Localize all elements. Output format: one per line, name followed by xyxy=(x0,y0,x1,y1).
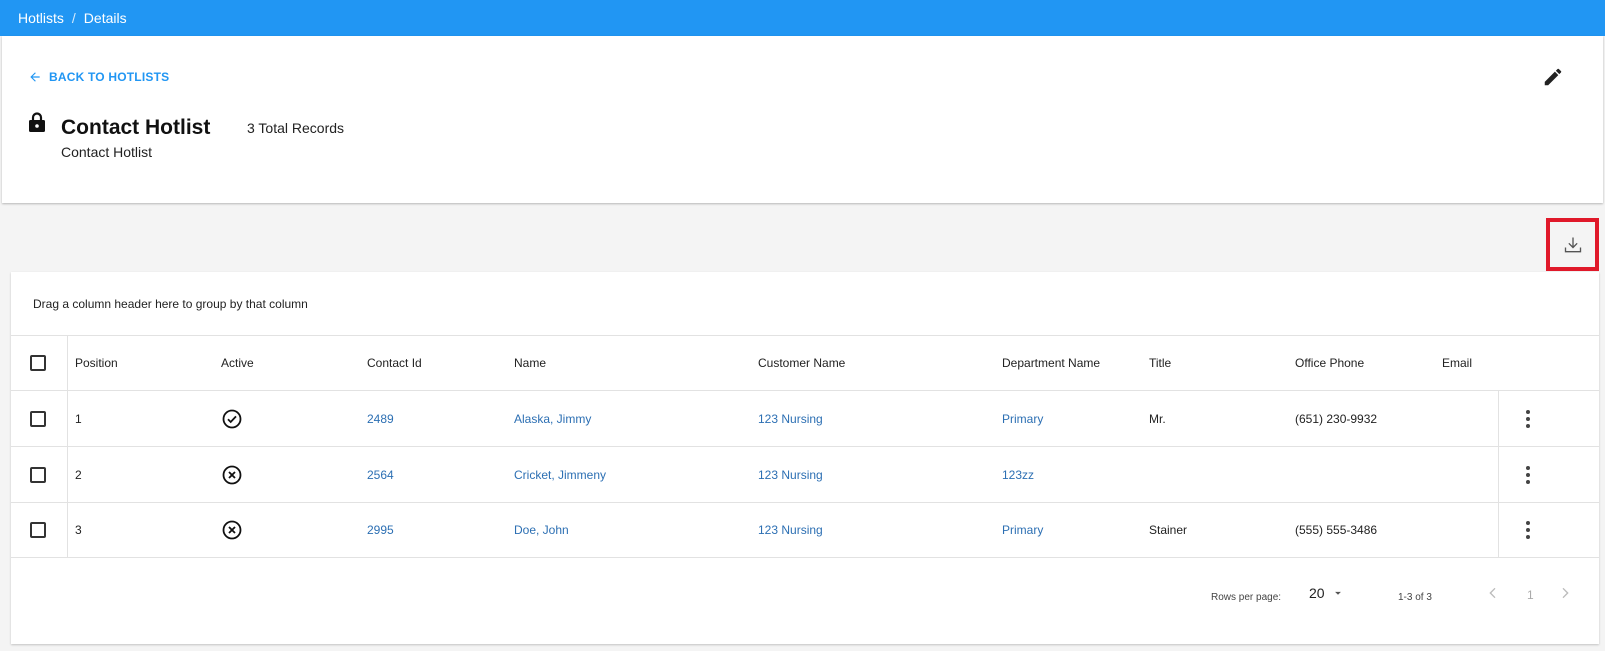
cell-active xyxy=(222,503,242,557)
row-menu-button[interactable] xyxy=(1526,391,1530,446)
arrow-left-icon xyxy=(30,72,40,82)
column-header-position[interactable]: Position xyxy=(75,336,118,390)
row-menu-button[interactable] xyxy=(1526,447,1530,502)
cell-department-name[interactable]: Primary xyxy=(1002,391,1043,446)
more-vert-icon xyxy=(1526,465,1530,484)
page-subtitle: Contact Hotlist xyxy=(61,144,153,160)
cell-contact-id[interactable]: 2564 xyxy=(367,447,394,502)
cell-office-phone: (555) 555-3486 xyxy=(1295,523,1378,537)
grid-card: Drag a column header here to group by th… xyxy=(11,272,1599,644)
breadcrumb: Hotlists / Details xyxy=(0,0,1605,36)
x-circle-icon xyxy=(222,465,242,484)
cell-department-name[interactable]: Primary xyxy=(1002,503,1043,557)
next-page-button[interactable] xyxy=(1557,585,1573,601)
check-circle-icon xyxy=(222,409,242,428)
cell-department-name[interactable]: 123zz xyxy=(1002,447,1034,502)
cell-active xyxy=(222,391,242,446)
column-header-name[interactable]: Name xyxy=(514,336,546,390)
column-header-contact-id[interactable]: Contact Id xyxy=(367,336,422,390)
cell-customer-name[interactable]: 123 Nursing xyxy=(758,503,823,557)
chevron-right-icon xyxy=(1562,587,1569,599)
cell-position: 3 xyxy=(75,523,82,537)
group-by-hint: Drag a column header here to group by th… xyxy=(33,297,308,311)
rows-per-page-value: 20 xyxy=(1309,585,1325,601)
more-vert-icon xyxy=(1526,409,1530,428)
column-header-department-name[interactable]: Department Name xyxy=(1002,336,1100,390)
cell-office-phone: (651) 230-9932 xyxy=(1295,411,1378,426)
back-link-label: BACK TO HOTLISTS xyxy=(49,70,170,84)
cell-customer-name[interactable]: 123 Nursing xyxy=(758,447,823,502)
header-card: BACK TO HOTLISTS Contact Hotlist 3 Total… xyxy=(2,36,1603,203)
page-range: 1-3 of 3 xyxy=(1398,592,1432,603)
column-header-title[interactable]: Title xyxy=(1149,336,1171,390)
chevron-left-icon xyxy=(1489,587,1496,599)
pencil-icon[interactable] xyxy=(1542,66,1564,88)
download-icon xyxy=(1564,237,1581,252)
prev-page-button[interactable] xyxy=(1485,585,1501,601)
cell-position: 2 xyxy=(75,467,82,482)
cell-active xyxy=(222,447,242,502)
cell-name[interactable]: Alaska, Jimmy xyxy=(514,391,591,446)
cell-name[interactable]: Doe, John xyxy=(514,503,569,557)
chevron-down-icon xyxy=(1334,591,1341,595)
x-circle-icon xyxy=(222,520,242,540)
column-header-office-phone[interactable]: Office Phone xyxy=(1295,336,1364,390)
rows-per-page-label: Rows per page: xyxy=(1211,592,1282,603)
cell-contact-id[interactable]: 2995 xyxy=(367,503,394,557)
data-table: Position Active Contact Id Name Customer… xyxy=(11,335,1599,558)
breadcrumb-details: Details xyxy=(83,10,127,26)
table-row[interactable]: 1 2489 Alaska, Jimmy 123 Nursing Primary… xyxy=(11,390,1599,446)
select-all-checkbox[interactable] xyxy=(30,355,46,371)
rows-per-page-select[interactable]: 20 xyxy=(1309,585,1345,601)
more-vert-icon xyxy=(1526,521,1530,539)
column-header-active[interactable]: Active xyxy=(221,336,254,390)
cell-name[interactable]: Cricket, Jimmeny xyxy=(514,447,606,502)
breadcrumb-separator: / xyxy=(71,10,76,26)
page-title: Contact Hotlist xyxy=(61,116,211,139)
cell-contact-id[interactable]: 2489 xyxy=(367,391,394,446)
row-checkbox[interactable] xyxy=(30,466,46,483)
row-checkbox[interactable] xyxy=(30,410,46,427)
cell-position: 1 xyxy=(75,411,82,426)
row-checkbox[interactable] xyxy=(30,522,46,538)
current-page: 1 xyxy=(1527,588,1534,602)
column-header-customer-name[interactable]: Customer Name xyxy=(758,336,845,390)
cell-customer-name[interactable]: 123 Nursing xyxy=(758,391,823,446)
cell-title: Mr. xyxy=(1149,411,1166,426)
back-to-hotlists-link[interactable]: BACK TO HOTLISTS xyxy=(28,70,169,84)
table-row[interactable]: 3 2995 Doe, John 123 Nursing Primary Sta… xyxy=(11,502,1599,558)
row-menu-button[interactable] xyxy=(1526,503,1530,557)
cell-title: Stainer xyxy=(1149,523,1188,537)
total-records: 3 Total Records xyxy=(247,120,345,136)
table-row[interactable]: 2 2564 Cricket, Jimmeny 123 Nursing 123z… xyxy=(11,446,1599,502)
table-header-row: Position Active Contact Id Name Customer… xyxy=(11,335,1599,390)
breadcrumb-hotlists[interactable]: Hotlists xyxy=(18,10,64,26)
download-button[interactable] xyxy=(1546,218,1599,271)
column-header-email[interactable]: Email xyxy=(1442,336,1472,390)
select-all-cell xyxy=(30,336,46,390)
lock-icon xyxy=(29,112,45,132)
